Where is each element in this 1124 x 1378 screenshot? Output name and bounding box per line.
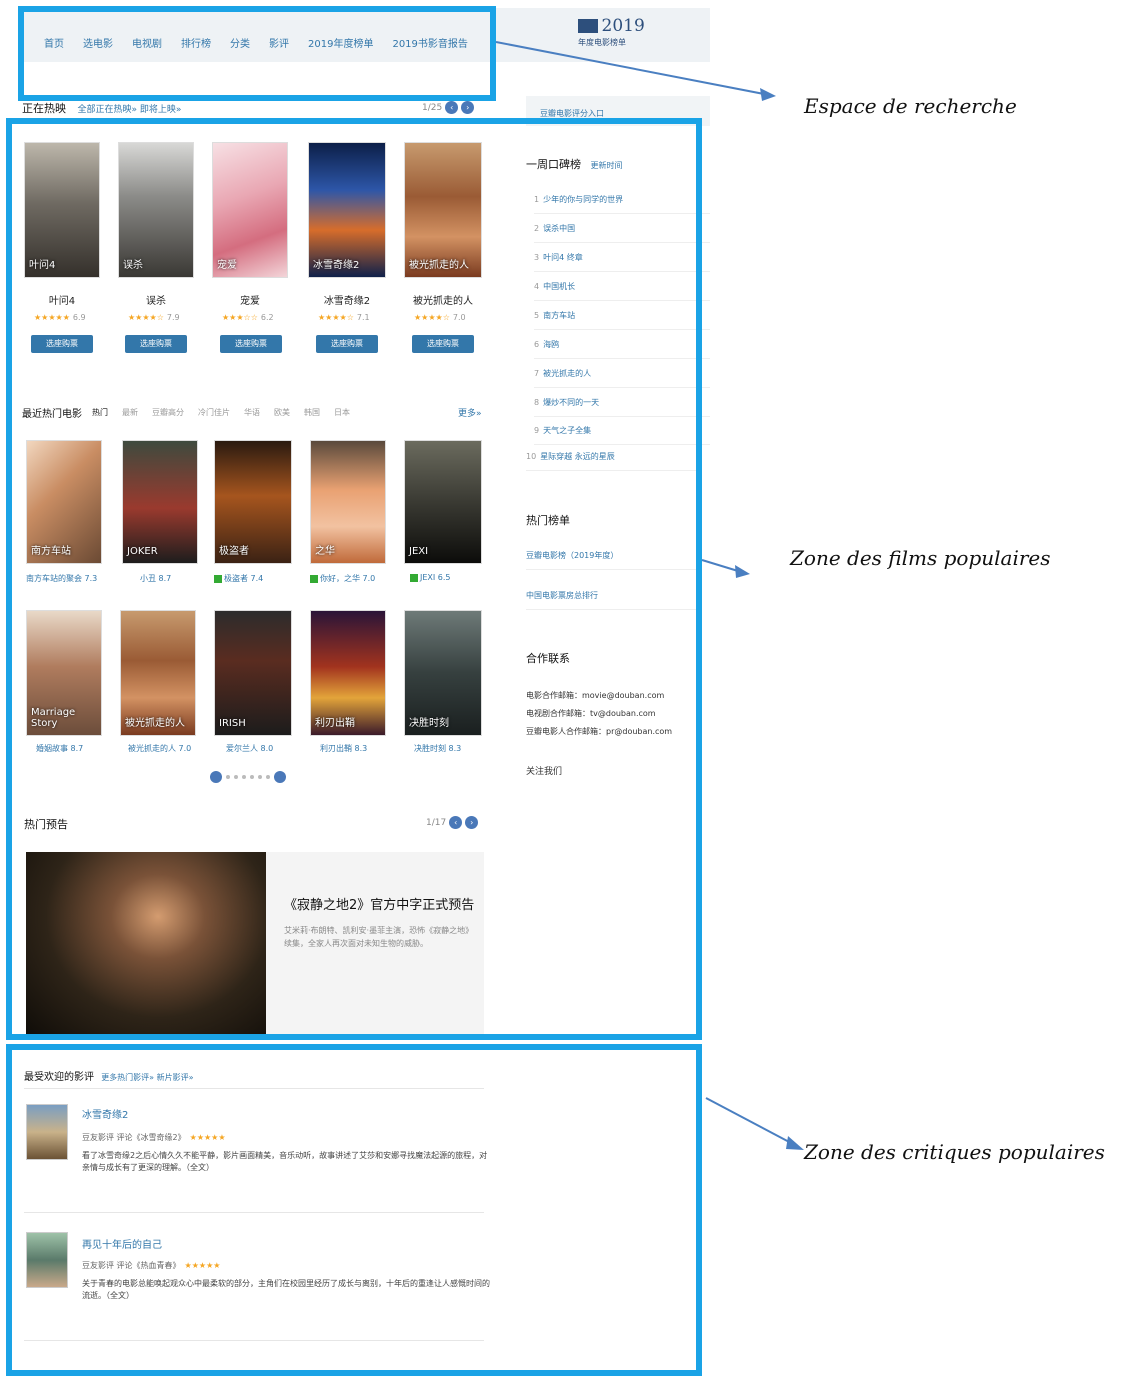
label-popular-films: Zone des films populaires bbox=[790, 546, 1051, 570]
label-search-area: Espace de recherche bbox=[804, 94, 1017, 118]
annotation-arrows bbox=[495, 41, 804, 1150]
arrow-search-line bbox=[495, 41, 765, 95]
arrow-search-head-icon bbox=[760, 88, 776, 101]
arrow-critiques-line bbox=[705, 1097, 794, 1145]
arrow-films-head-icon bbox=[735, 565, 750, 578]
arrow-films-line bbox=[701, 559, 739, 572]
arrow-critiques-head-icon bbox=[786, 1136, 804, 1150]
label-popular-reviews: Zone des critiques populaires bbox=[804, 1140, 1105, 1164]
